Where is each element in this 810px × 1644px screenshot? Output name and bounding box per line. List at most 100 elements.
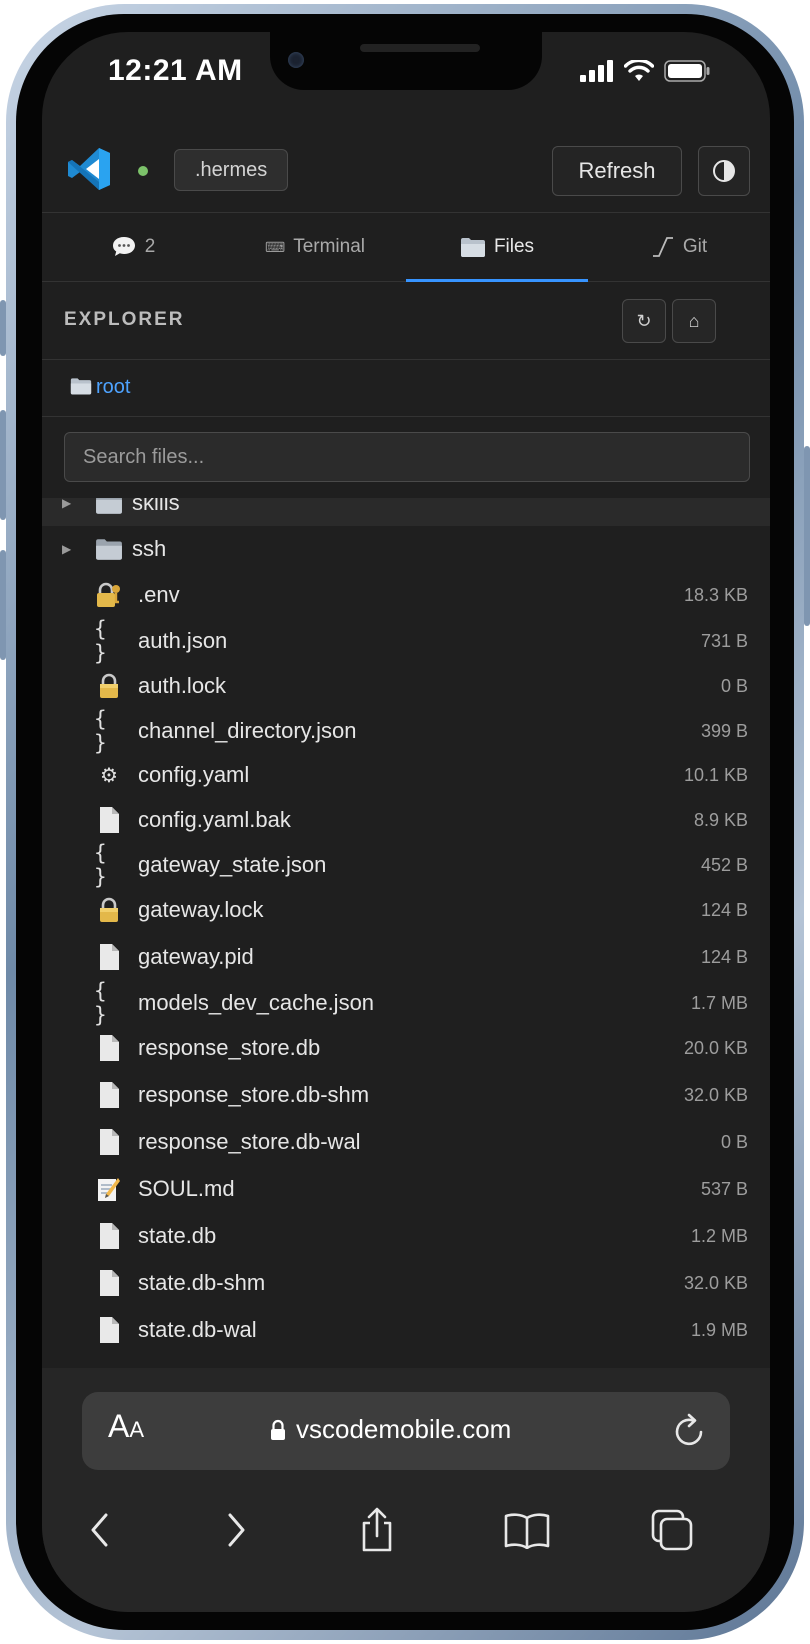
- file-name: response_store.db-shm: [138, 1082, 370, 1107]
- explorer-header: EXPLORER ↻ ⌂: [42, 281, 770, 360]
- back-button[interactable]: [70, 1500, 130, 1560]
- address-bar[interactable]: AA vscodemobile.com: [82, 1392, 730, 1470]
- file-row[interactable]: auth.lock 0 B: [42, 663, 770, 709]
- tabs-button[interactable]: [642, 1500, 702, 1560]
- file-row[interactable]: config.yaml.bak 8.9 KB: [42, 797, 770, 843]
- tab-terminal-label: Terminal: [293, 236, 366, 257]
- power-button: [804, 446, 810, 626]
- file-icon: [94, 1033, 124, 1063]
- reload-icon[interactable]: [670, 1410, 708, 1450]
- explorer-refresh-button[interactable]: ↻: [622, 299, 666, 343]
- connection-status-dot: [138, 166, 148, 176]
- file-row[interactable]: SOUL.md 537 B: [42, 1166, 770, 1212]
- file-row[interactable]: { } models_dev_cache.json 1.7 MB: [42, 979, 770, 1027]
- lock-icon: [271, 1419, 285, 1440]
- file-name: response_store.db: [138, 1035, 321, 1060]
- silent-switch: [0, 300, 6, 356]
- json-braces-icon: { }: [94, 841, 107, 889]
- file-row[interactable]: { } gateway_state.json 452 B: [42, 841, 770, 889]
- file-size: 10.1 KB: [683, 764, 748, 785]
- file-size: 537 B: [700, 1178, 748, 1199]
- file-size: 1.9 MB: [690, 1319, 748, 1340]
- file-name: channel_directory.json: [138, 718, 357, 743]
- file-size: 731 B: [700, 630, 748, 651]
- file-row[interactable]: state.db-wal 1.9 MB: [42, 1307, 770, 1353]
- url-display[interactable]: vscodemobile.com: [270, 1414, 511, 1445]
- json-braces-icon: { }: [94, 979, 107, 1027]
- url-text: vscodemobile.com: [296, 1414, 512, 1444]
- expand-arrow-icon[interactable]: ▶: [62, 498, 71, 510]
- signal-icon: [580, 60, 613, 82]
- text-size-button[interactable]: AA: [108, 1408, 144, 1445]
- search-box: [64, 432, 750, 482]
- aa-small: A: [129, 1417, 145, 1442]
- breadcrumb: root: [42, 360, 770, 417]
- tab-files[interactable]: Files: [406, 213, 588, 282]
- workspace-chip[interactable]: .hermes: [174, 149, 289, 191]
- front-camera: [288, 52, 304, 68]
- file-row[interactable]: response_store.db 20.0 KB: [42, 1025, 770, 1071]
- file-row[interactable]: { } auth.json 731 B: [42, 617, 770, 665]
- chat-bubble-icon: [112, 237, 135, 256]
- tabs-icon: [651, 1509, 693, 1551]
- file-icon: [94, 805, 124, 835]
- file-size: 124 B: [700, 899, 748, 920]
- file-size: 1.2 MB: [690, 1225, 748, 1246]
- file-name: state.db-wal: [138, 1317, 257, 1342]
- vscode-logo-icon: [68, 148, 110, 190]
- file-row[interactable]: response_store.db-shm 32.0 KB: [42, 1072, 770, 1118]
- file-name: models_dev_cache.json: [138, 990, 375, 1015]
- tab-git[interactable]: Git: [588, 213, 770, 281]
- screen: 12:21 AM .hermes Refresh 2 ⌨ Terminal Fi…: [42, 32, 770, 1612]
- share-button[interactable]: [347, 1500, 407, 1560]
- home-icon: ⌂: [688, 310, 700, 331]
- breadcrumb-root-link[interactable]: root: [96, 376, 130, 399]
- file-row[interactable]: ⚙ config.yaml 10.1 KB: [42, 752, 770, 798]
- file-list: ▶ skills ▶ ssh .env 18.3 KB { } auth.json 731 B a…: [42, 498, 770, 1398]
- explorer-home-button[interactable]: ⌂: [672, 299, 716, 343]
- search-input[interactable]: [65, 433, 749, 481]
- file-name: SOUL.md: [138, 1176, 235, 1201]
- volume-up-button: [0, 410, 6, 520]
- file-name: ssh: [132, 536, 167, 561]
- bookmarks-button[interactable]: [497, 1500, 557, 1560]
- status-time: 12:21 AM: [108, 54, 243, 87]
- tab-chat[interactable]: 2: [42, 213, 224, 281]
- memo-icon: [94, 1174, 124, 1204]
- file-row[interactable]: state.db-shm 32.0 KB: [42, 1260, 770, 1306]
- file-size: 399 B: [700, 720, 748, 741]
- folder-icon: [94, 534, 124, 564]
- battery-icon: [664, 60, 710, 82]
- file-row[interactable]: gateway.pid 124 B: [42, 934, 770, 980]
- file-row[interactable]: state.db 1.2 MB: [42, 1213, 770, 1259]
- file-size: 18.3 KB: [683, 584, 748, 605]
- tab-terminal[interactable]: ⌨ Terminal: [224, 213, 406, 281]
- lock-icon: [94, 895, 124, 925]
- file-name: response_store.db-wal: [138, 1129, 361, 1154]
- git-icon: [652, 237, 673, 257]
- file-icon: [94, 1268, 124, 1298]
- file-row[interactable]: { } channel_directory.json 399 B: [42, 707, 770, 755]
- file-row[interactable]: gateway.lock 124 B: [42, 887, 770, 933]
- folder-icon: [70, 378, 92, 395]
- expand-arrow-icon[interactable]: ▶: [62, 542, 71, 556]
- file-row[interactable]: response_store.db-wal 0 B: [42, 1119, 770, 1165]
- app-header: .hermes Refresh: [42, 112, 770, 212]
- refresh-button[interactable]: Refresh: [552, 146, 682, 196]
- file-name: gateway.pid: [138, 944, 254, 969]
- folder-row[interactable]: ▶ skills: [42, 498, 770, 526]
- file-size: 0 B: [720, 1131, 748, 1152]
- tab-bar: 2 ⌨ Terminal Files Git: [42, 212, 770, 282]
- book-icon: [504, 1513, 550, 1549]
- forward-button[interactable]: [206, 1500, 266, 1560]
- file-name: skills: [132, 498, 180, 515]
- file-row[interactable]: .env 18.3 KB: [42, 572, 770, 618]
- folder-row[interactable]: ▶ ssh: [42, 526, 770, 572]
- safari-toolbar: AA vscodemobile.com: [42, 1368, 770, 1612]
- file-name: gateway.lock: [138, 897, 264, 922]
- file-size: 124 B: [700, 946, 748, 967]
- file-size: 1.7 MB: [690, 992, 748, 1013]
- theme-toggle-button[interactable]: [698, 146, 750, 196]
- tab-files-label: Files: [493, 236, 535, 257]
- file-name: auth.json: [138, 628, 228, 653]
